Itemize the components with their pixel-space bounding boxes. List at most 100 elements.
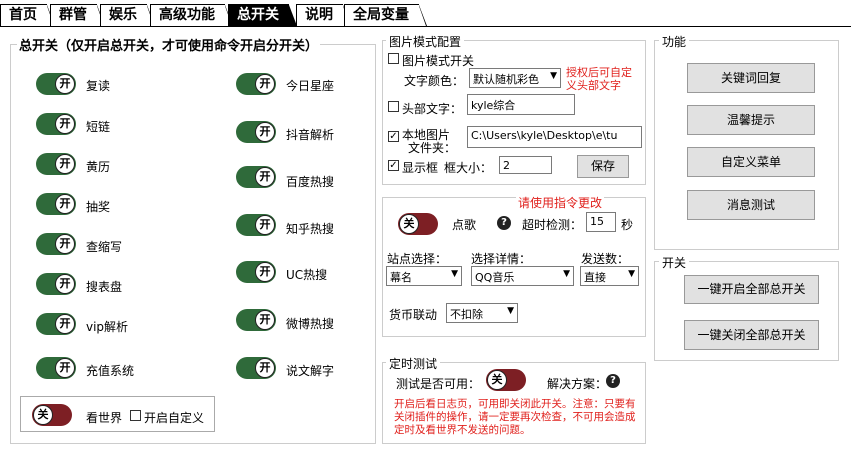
message-test-button[interactable]: 消息测试: [687, 190, 815, 220]
toggle-knob: 开: [55, 274, 75, 294]
toggle-knob: 开: [55, 74, 75, 94]
toggle-world[interactable]: 关: [32, 404, 72, 426]
timeout-unit: 秒: [621, 218, 634, 232]
label-shuowen: 说文解字: [286, 364, 335, 378]
custom-menu-button[interactable]: 自定义菜单: [687, 147, 815, 177]
currency-value: 不扣除: [450, 308, 483, 321]
label-repeat: 复读: [86, 79, 111, 93]
timer-warning: 开启后看日志页，可用即关闭此开关。注意：只要有关闭插件的操作，请一定要再次检查，…: [394, 398, 636, 436]
toggle-repeat[interactable]: 开: [36, 73, 76, 95]
toggle-zhihu[interactable]: 开: [236, 214, 276, 236]
image-mode-checkbox[interactable]: [388, 53, 399, 64]
frame-size-label: 框大小：: [444, 161, 493, 175]
toggle-horoscope[interactable]: 开: [236, 73, 276, 95]
toggle-weibo[interactable]: 开: [236, 309, 276, 331]
enable-all-button[interactable]: 一键开启全部总开关: [684, 275, 819, 304]
site-select[interactable]: 幕名 ▼: [386, 266, 462, 286]
label-horoscope: 今日星座: [286, 79, 335, 93]
label-watchface: 搜表盘: [86, 280, 123, 294]
header-text-checkbox[interactable]: [388, 101, 399, 112]
detail-select[interactable]: QQ音乐 ▼: [471, 266, 574, 286]
help-icon[interactable]: ?: [606, 374, 620, 388]
keyword-reply-button[interactable]: 关键词回复: [687, 63, 815, 93]
timeout-input[interactable]: 15: [586, 212, 616, 232]
test-label: 测试是否可用：: [396, 377, 481, 391]
frame-size-input[interactable]: 2: [499, 156, 552, 174]
disable-all-button[interactable]: 一键关闭全部总开关: [684, 320, 819, 350]
tab-master-switch[interactable]: 总开关: [228, 4, 297, 26]
label-shortlink: 短链: [86, 120, 111, 134]
toggle-knob: 开: [255, 358, 275, 378]
save-button[interactable]: 保存: [577, 155, 629, 178]
toggle-knob: 开: [255, 310, 275, 330]
local-image-checkbox[interactable]: ✓: [388, 131, 399, 142]
world-custom-checkbox[interactable]: [130, 410, 141, 421]
tab-global-vars[interactable]: 全局变量: [344, 4, 427, 26]
send-label: 发送数：: [581, 252, 630, 266]
toggle-song[interactable]: 关: [398, 213, 438, 235]
local-image-path-input[interactable]: C:\Users\kyle\Desktop\e\tu: [467, 126, 642, 148]
toggle-recharge[interactable]: 开: [36, 357, 76, 379]
show-frame-label: 显示框: [402, 161, 439, 175]
label-almanac: 黄历: [86, 160, 111, 174]
toggle-vip[interactable]: 开: [36, 313, 76, 335]
currency-label: 货币联动: [389, 308, 438, 322]
toggle-uc[interactable]: 开: [236, 261, 276, 283]
toggle-knob: 开: [255, 167, 275, 187]
send-select[interactable]: 直接 ▼: [580, 266, 639, 286]
toggle-timer-test[interactable]: 关: [486, 369, 526, 391]
tab-home[interactable]: 首页: [0, 4, 55, 26]
toggle-knob: 开: [55, 114, 75, 134]
show-frame-checkbox[interactable]: ✓: [388, 160, 399, 171]
tab-entertainment[interactable]: 娱乐: [100, 4, 155, 26]
toggle-abbrev[interactable]: 开: [36, 233, 76, 255]
tab-advanced[interactable]: 高级功能: [150, 4, 233, 26]
song-note: 请使用指令更改: [516, 194, 605, 211]
label-world-custom: 开启自定义: [144, 411, 205, 425]
toggle-knob: 开: [255, 262, 275, 282]
toggle-knob: 开: [55, 358, 75, 378]
tab-group-admin[interactable]: 群管: [50, 4, 105, 26]
header-text-label: 头部文字：: [402, 102, 463, 116]
toggle-lottery[interactable]: 开: [36, 193, 76, 215]
solution-label: 解决方案：: [547, 377, 608, 391]
header-text-input[interactable]: kyle综合: [467, 94, 575, 115]
functions-title: 功能: [659, 33, 690, 50]
toggle-knob: 开: [55, 234, 75, 254]
toggle-knob: 开: [255, 122, 275, 142]
toggle-baidu[interactable]: 开: [236, 166, 276, 188]
tips-button[interactable]: 温馨提示: [687, 105, 815, 135]
toggle-watchface[interactable]: 开: [36, 273, 76, 295]
tab-bar: 首页 群管 娱乐 高级功能 总开关 说明 全局变量: [0, 0, 851, 27]
toggle-almanac[interactable]: 开: [36, 153, 76, 175]
custom-header-note: 授权后可自定义头部文字: [566, 66, 632, 92]
currency-select[interactable]: 不扣除 ▼: [446, 303, 518, 323]
toggle-shuowen[interactable]: 开: [236, 357, 276, 379]
help-icon[interactable]: ?: [497, 216, 511, 230]
toggle-shortlink[interactable]: 开: [36, 113, 76, 135]
label-zhihu: 知乎热搜: [286, 222, 335, 236]
chevron-down-icon: ▼: [507, 306, 514, 316]
toggle-knob: 开: [255, 215, 275, 235]
song-label: 点歌: [452, 218, 477, 232]
master-switch-title: 总开关（仅开启总开关，才可使用命令开启分开关）: [17, 35, 321, 54]
label-baidu: 百度热搜: [286, 175, 335, 189]
toggle-knob: 关: [399, 214, 419, 234]
toggle-knob: 关: [487, 370, 507, 390]
timer-title: 定时测试: [386, 355, 441, 372]
toggle-douyin[interactable]: 开: [236, 121, 276, 143]
switches-title: 开关: [659, 254, 690, 271]
label-weibo: 微博热搜: [286, 317, 335, 331]
label-abbrev: 查缩写: [86, 240, 123, 254]
toggle-knob: 开: [255, 74, 275, 94]
send-value: 直接: [584, 271, 606, 284]
toggle-knob: 开: [55, 314, 75, 334]
chevron-down-icon: ▼: [451, 269, 458, 279]
tab-instructions[interactable]: 说明: [296, 4, 351, 26]
label-world: 看世界: [86, 411, 123, 425]
toggle-knob: 开: [55, 154, 75, 174]
chevron-down-icon: ▼: [550, 71, 557, 81]
chevron-down-icon: ▼: [563, 269, 570, 279]
font-color-select[interactable]: 默认随机彩色 ▼: [469, 68, 561, 88]
image-mode-title: 图片模式配置: [386, 33, 465, 50]
